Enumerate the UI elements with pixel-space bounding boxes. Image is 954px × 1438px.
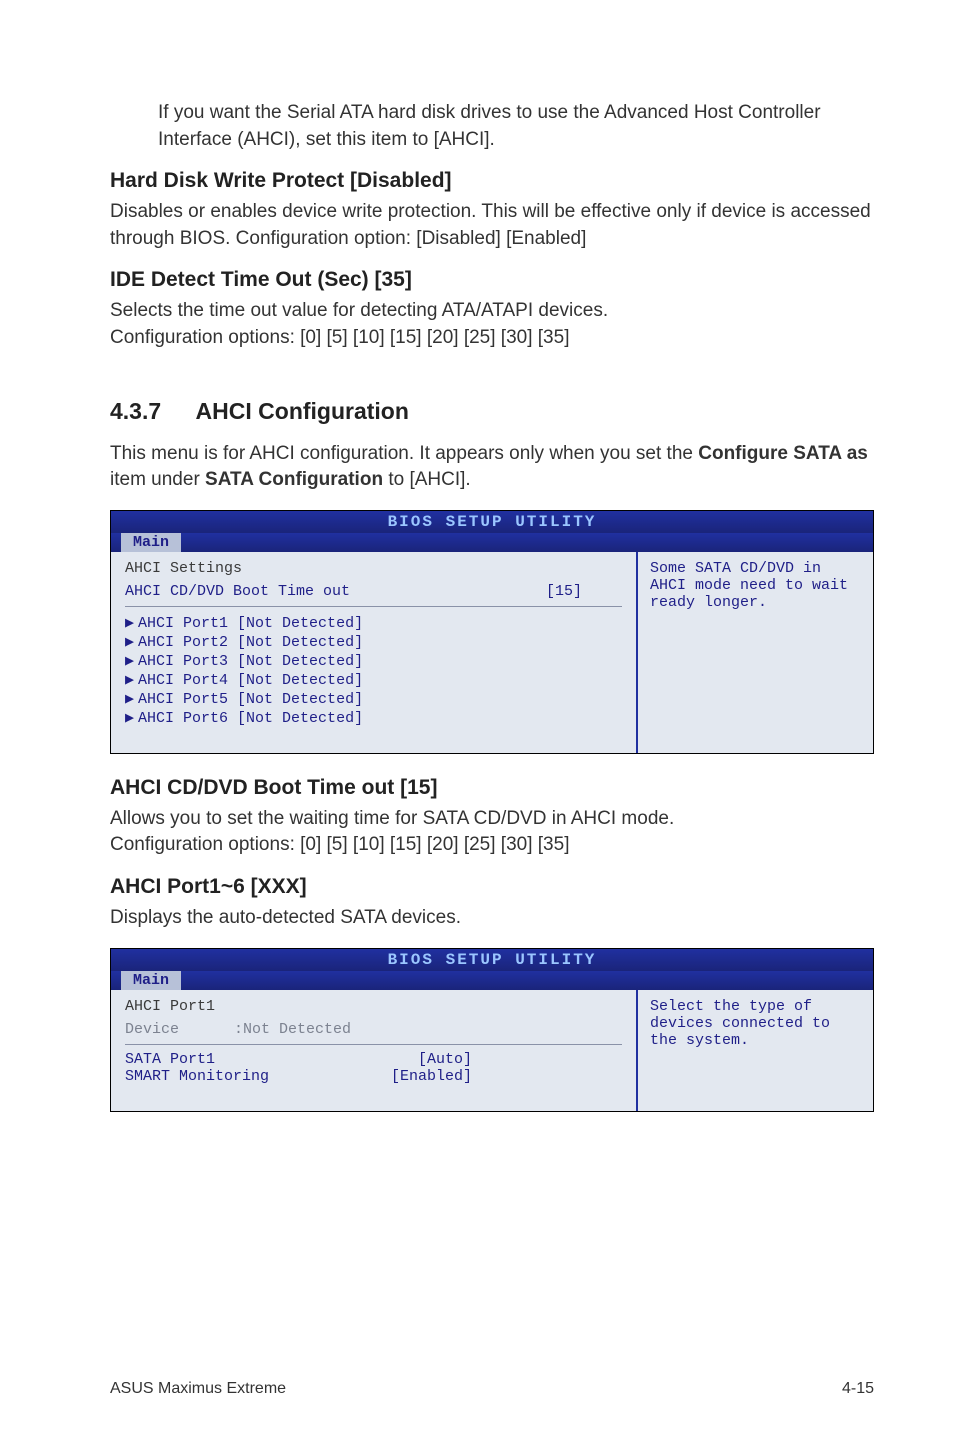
hdwp-paragraph: Disables or enables device write protect… <box>110 199 874 252</box>
bios1-port3-row[interactable]: ▶AHCI Port3 [Not Detected] <box>125 651 622 670</box>
chapter-number: 4.3.7 <box>110 398 190 425</box>
bios1-port6-row[interactable]: ▶AHCI Port6 [Not Detected] <box>125 708 622 727</box>
triangle-icon: ▶ <box>125 672 134 689</box>
triangle-icon: ▶ <box>125 615 134 632</box>
bios1-divider <box>125 606 622 607</box>
bios2-sata-port1-value: [Auto] <box>418 1051 472 1068</box>
bios2-smart-label: SMART Monitoring <box>125 1068 269 1085</box>
footer-right: 4-15 <box>842 1380 874 1398</box>
bios2-help-pane: Select the type of devices connected to … <box>638 990 873 1111</box>
bios2-device-row: Device :Not Detected <box>125 1021 622 1038</box>
bios2-left-pane: AHCI Port1 Device :Not Detected SATA Por… <box>111 990 638 1111</box>
cdboot-para1: Allows you to set the waiting time for S… <box>110 806 874 833</box>
bios1-tab-main[interactable]: Main <box>121 533 181 552</box>
ide-heading: IDE Detect Time Out (Sec) [35] <box>110 268 874 292</box>
bios2-tabbar: Main <box>111 971 873 990</box>
bios2-sata-port1-row[interactable]: SATA Port1 [Auto] <box>125 1051 622 1068</box>
bios1-port4-row[interactable]: ▶AHCI Port4 [Not Detected] <box>125 670 622 689</box>
bios1-help-text: Some SATA CD/DVD in AHCI mode need to wa… <box>650 560 861 611</box>
bios-screenshot-ahci-settings: BIOS SETUP UTILITY Main AHCI Settings AH… <box>110 510 874 754</box>
chapter-title: AHCI Configuration <box>196 398 409 424</box>
bios1-boot-timeout-row[interactable]: AHCI CD/DVD Boot Time out [15] <box>125 583 622 600</box>
bios2-smart-row[interactable]: SMART Monitoring [Enabled] <box>125 1068 622 1085</box>
bios1-boot-timeout-value: [15] <box>546 583 582 600</box>
bios2-divider <box>125 1044 622 1045</box>
bios1-boot-timeout-label: AHCI CD/DVD Boot Time out <box>125 583 350 600</box>
bios1-section-heading: AHCI Settings <box>125 560 622 577</box>
hdwp-heading: Hard Disk Write Protect [Disabled] <box>110 169 874 193</box>
bios1-title: BIOS SETUP UTILITY <box>111 511 873 533</box>
cdboot-heading: AHCI CD/DVD Boot Time out [15] <box>110 776 874 800</box>
bios1-left-pane: AHCI Settings AHCI CD/DVD Boot Time out … <box>111 552 638 753</box>
bios-screenshot-ahci-port1: BIOS SETUP UTILITY Main AHCI Port1 Devic… <box>110 948 874 1112</box>
bios2-section-heading: AHCI Port1 <box>125 998 622 1015</box>
port-para: Displays the auto-detected SATA devices. <box>110 905 874 932</box>
ide-para1: Selects the time out value for detecting… <box>110 298 874 325</box>
bios1-port2-row[interactable]: ▶AHCI Port2 [Not Detected] <box>125 632 622 651</box>
port-heading: AHCI Port1~6 [XXX] <box>110 875 874 899</box>
bios1-port5-row[interactable]: ▶AHCI Port5 [Not Detected] <box>125 689 622 708</box>
bios2-device-value: :Not Detected <box>234 1021 351 1038</box>
triangle-icon: ▶ <box>125 710 134 727</box>
cdboot-para2: Configuration options: [0] [5] [10] [15]… <box>110 832 874 859</box>
bios2-sata-port1-label: SATA Port1 <box>125 1051 215 1068</box>
bios2-title: BIOS SETUP UTILITY <box>111 949 873 971</box>
chapter-heading: 4.3.7 AHCI Configuration <box>110 398 874 425</box>
triangle-icon: ▶ <box>125 653 134 670</box>
bios1-tabbar: Main <box>111 533 873 552</box>
intro-paragraph: If you want the Serial ATA hard disk dri… <box>158 100 874 153</box>
bios2-tab-main[interactable]: Main <box>121 971 181 990</box>
ide-para2: Configuration options: [0] [5] [10] [15]… <box>110 325 874 352</box>
bios2-smart-value: [Enabled] <box>391 1068 472 1085</box>
triangle-icon: ▶ <box>125 634 134 651</box>
triangle-icon: ▶ <box>125 691 134 708</box>
bios1-help-pane: Some SATA CD/DVD in AHCI mode need to wa… <box>638 552 873 753</box>
page-footer: ASUS Maximus Extreme 4-15 <box>110 1380 874 1398</box>
footer-left: ASUS Maximus Extreme <box>110 1380 286 1398</box>
bios2-device-label: Device <box>125 1021 225 1038</box>
bios2-help-text: Select the type of devices connected to … <box>650 998 861 1049</box>
bios1-port1-row[interactable]: ▶AHCI Port1 [Not Detected] <box>125 613 622 632</box>
chapter-intro: This menu is for AHCI configuration. It … <box>110 441 874 494</box>
